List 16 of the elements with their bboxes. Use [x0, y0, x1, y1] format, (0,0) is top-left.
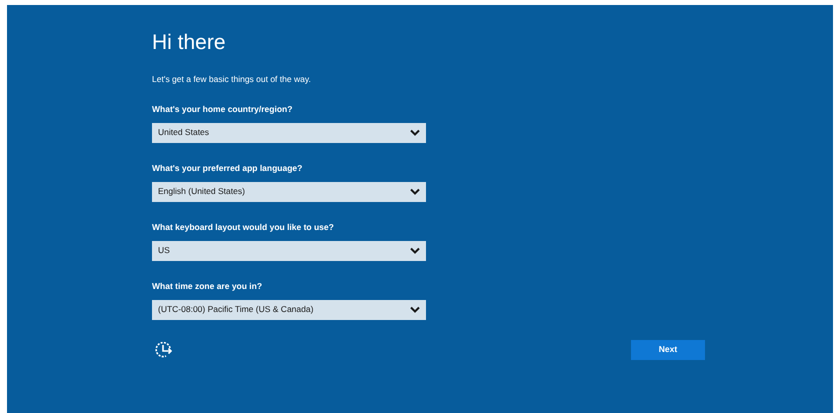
- question-label: What keyboard layout would you like to use?: [152, 220, 334, 233]
- question-label: What time zone are you in?: [152, 280, 262, 292]
- question-label: What's your preferred app language?: [152, 162, 302, 174]
- subtitle: Let's get a few basic things out of the way.: [152, 73, 311, 86]
- accessibility-icon[interactable]: [154, 340, 174, 360]
- chevron-down-icon: [410, 247, 420, 254]
- next-button[interactable]: Next: [631, 340, 705, 360]
- question-label: What's your home country/region?: [152, 102, 292, 115]
- dropdown[interactable]: English (United States): [152, 182, 426, 202]
- chevron-down-icon: [410, 129, 420, 136]
- chevron-down-icon: [410, 188, 420, 196]
- dropdown[interactable]: (UTC-08:00) Pacific Time (US & Canada): [152, 300, 426, 320]
- dropdown[interactable]: US: [152, 240, 426, 261]
- page-title: Hi there: [152, 30, 226, 56]
- chevron-down-icon: [410, 306, 420, 314]
- dropdown[interactable]: United States: [152, 122, 426, 143]
